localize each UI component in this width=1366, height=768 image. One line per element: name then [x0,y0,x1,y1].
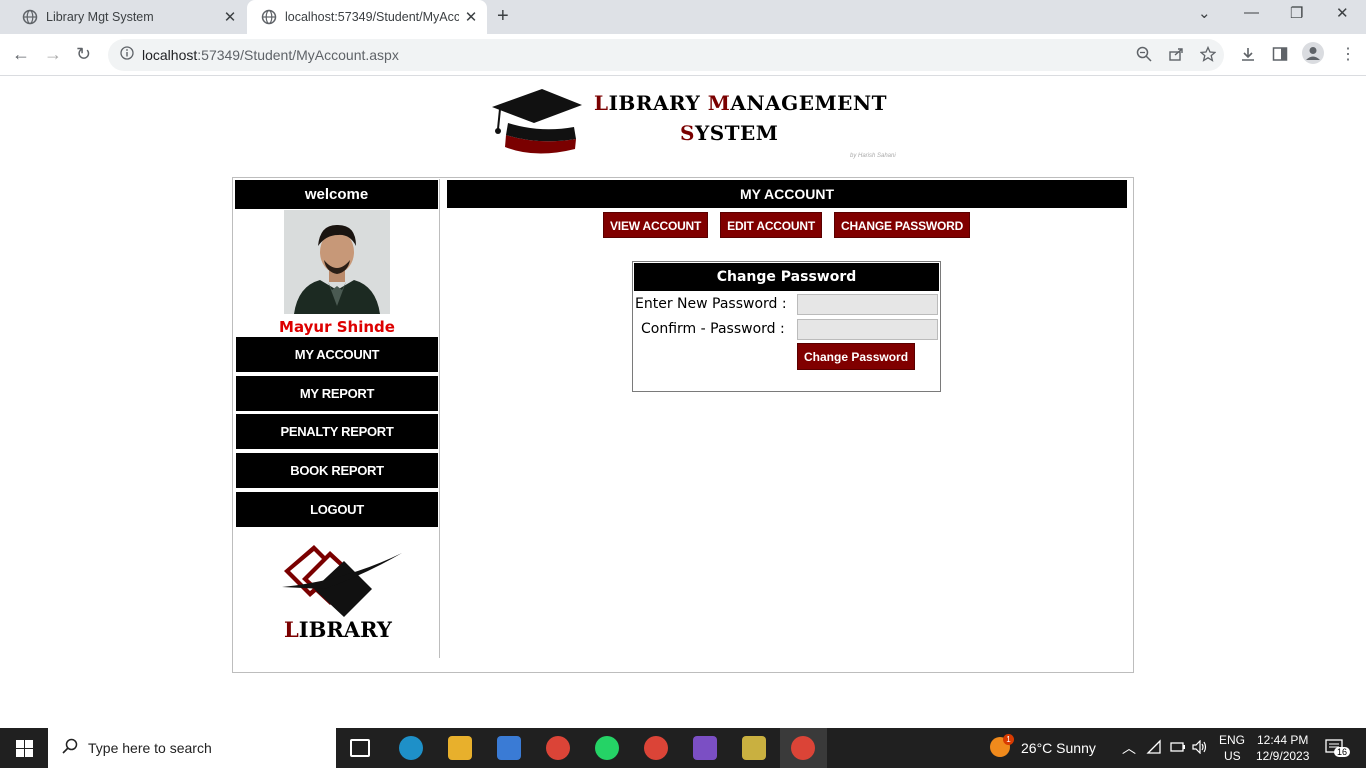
globe-icon [261,9,277,25]
minimize-icon[interactable]: — [1244,4,1259,21]
sidebar: welcome Mayur Shinde MY ACCOUNT MY REPOR… [234,179,440,658]
visual-studio-icon[interactable] [693,736,717,760]
search-placeholder: Type here to search [88,740,212,756]
page-title: MY ACCOUNT [447,180,1127,208]
change-password-heading: Change Password [634,263,939,291]
new-password-field[interactable] [797,294,938,315]
chrome-icon[interactable] [546,736,570,760]
content-frame: welcome Mayur Shinde MY ACCOUNT MY REPOR… [232,177,1134,673]
change-password-panel: Change Password Enter New Password : Con… [632,261,941,392]
share-icon[interactable] [1168,46,1184,67]
weather-text[interactable]: 26°C Sunny [1021,740,1096,756]
chevron-down-icon[interactable]: ⌄ [1198,4,1211,22]
window-close-icon[interactable]: ✕ [1336,4,1349,22]
user-photo [284,210,390,314]
close-icon[interactable]: ✕ [218,8,242,26]
tab-edit-account[interactable]: EDIT ACCOUNT [720,212,822,238]
weather-badge: 1 [1003,734,1014,745]
network-icon[interactable] [1146,739,1162,758]
site-title-line2: SYSTEM [680,121,779,145]
web-page: LIBRARY MANAGEMENT SYSTEM by Harish Saha… [0,77,1366,728]
download-icon[interactable] [1240,46,1256,67]
confirm-password-label: Confirm - Password : [641,321,785,337]
tab-title: localhost:57349/Student/MyAcco [285,10,459,24]
graduation-cap-icon [492,89,582,154]
forward-icon[interactable]: → [44,44,62,65]
side-panel-icon[interactable] [1272,46,1288,67]
zoom-icon[interactable] [1136,46,1152,67]
sidebar-item-my-report[interactable]: MY REPORT [236,376,438,411]
browser-tab-strip: Library Mgt System ✕ localhost:57349/Stu… [0,0,1366,34]
windows-start-icon[interactable] [16,740,33,762]
url-text: localhost:57349/Student/MyAccount.aspx [142,47,399,63]
search-icon [62,738,78,759]
chrome-active-icon[interactable] [791,736,815,760]
account-tabs: VIEW ACCOUNT EDIT ACCOUNT CHANGE PASSWOR… [603,212,971,238]
address-toolbar: ← → ↻ localhost:57349/Student/MyAccount.… [0,34,1366,76]
back-icon[interactable]: ← [12,44,30,65]
browser-tab-myaccount[interactable]: localhost:57349/Student/MyAcco ✕ [247,0,487,34]
byline: by Harish Sahani [850,153,896,159]
menu-kebab-icon[interactable]: ⋮ [1340,44,1356,64]
region-label[interactable]: US [1224,749,1241,763]
restore-icon[interactable]: ❐ [1290,4,1303,22]
chevron-up-icon[interactable]: ︿ [1122,738,1136,758]
task-view-icon[interactable] [350,739,370,757]
language-label[interactable]: ENG [1219,733,1245,747]
profile-avatar-icon[interactable] [1302,42,1324,69]
windows-taskbar: Type here to search 1 26°C Sunny ︿ ENG U… [0,728,1366,768]
battery-icon[interactable] [1170,741,1186,756]
tab-title: Library Mgt System [46,10,154,24]
user-name: Mayur Shinde [279,318,395,336]
file-explorer-icon[interactable] [448,736,472,760]
browser-tab-library[interactable]: Library Mgt System ✕ [8,0,246,34]
whatsapp-icon[interactable] [595,736,619,760]
globe-icon [22,9,38,25]
sidebar-item-logout[interactable]: LOGOUT [236,492,438,527]
close-icon[interactable]: ✕ [459,8,483,26]
change-password-button[interactable]: Change Password [797,343,916,370]
bookmark-star-icon[interactable] [1199,45,1217,67]
chrome-profile-icon[interactable] [644,736,668,760]
new-tab-icon[interactable]: + [497,5,509,28]
new-password-label: Enter New Password : [635,296,787,312]
sidebar-item-penalty-report[interactable]: PENALTY REPORT [236,414,438,449]
tab-change-password[interactable]: CHANGE PASSWORD [833,212,971,238]
volume-icon[interactable] [1192,739,1208,757]
edge-icon[interactable] [399,736,423,760]
welcome-heading: welcome [235,180,438,209]
info-icon[interactable] [120,45,134,65]
app-icon[interactable] [742,736,766,760]
site-title-line1: LIBRARY MANAGEMENT [594,91,888,115]
site-logo: LIBRARY MANAGEMENT SYSTEM by Harish Saha… [490,87,910,159]
store-icon[interactable] [497,736,521,760]
clock-date[interactable]: 12/9/2023 [1256,749,1309,763]
main-content: MY ACCOUNT VIEW ACCOUNT EDIT ACCOUNT CHA… [447,180,1127,392]
sidebar-item-book-report[interactable]: BOOK REPORT [236,453,438,488]
library-logo-text: LIBRARY [284,617,392,642]
sidebar-item-my-account[interactable]: MY ACCOUNT [236,337,438,372]
url-bar[interactable]: localhost:57349/Student/MyAccount.aspx [108,39,1224,71]
confirm-password-field[interactable] [797,319,938,340]
taskbar-search-box[interactable]: Type here to search [48,728,336,768]
reload-icon[interactable]: ↻ [76,44,91,65]
tab-view-account[interactable]: VIEW ACCOUNT [603,212,709,238]
clock-time[interactable]: 12:44 PM [1257,733,1308,747]
notification-count: 16 [1334,747,1351,757]
